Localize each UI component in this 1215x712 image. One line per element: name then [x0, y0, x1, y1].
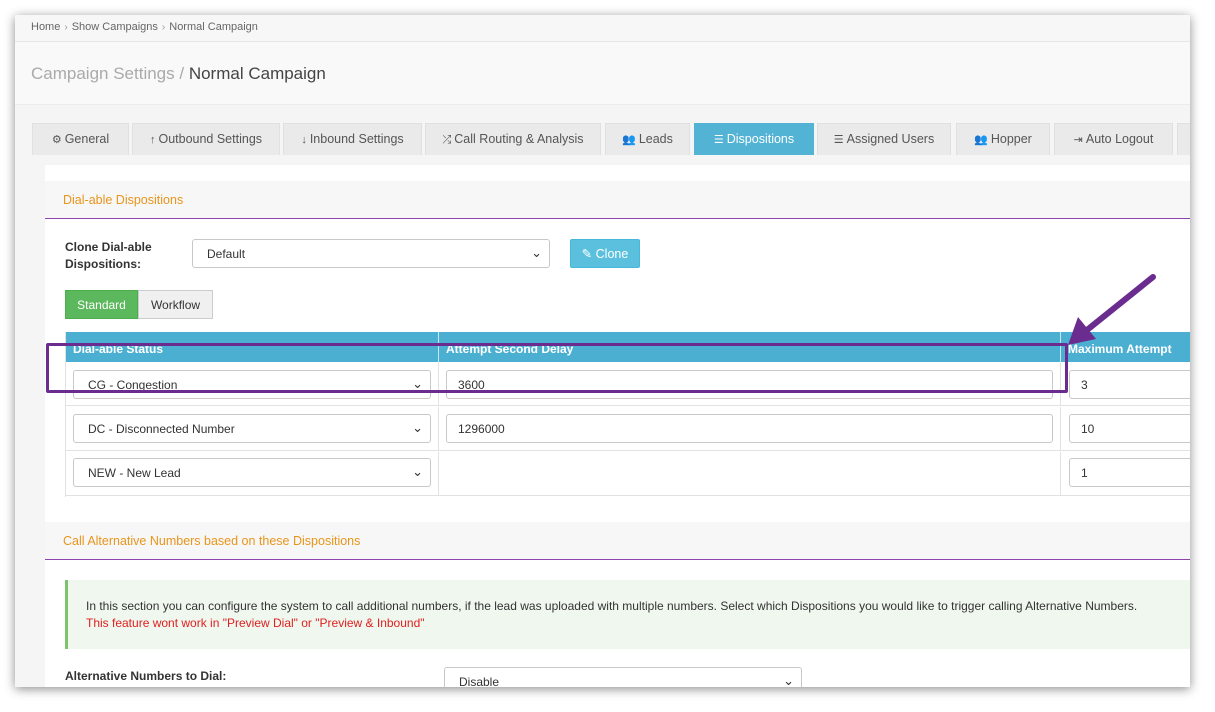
annotation-arrow-icon [1068, 274, 1156, 345]
